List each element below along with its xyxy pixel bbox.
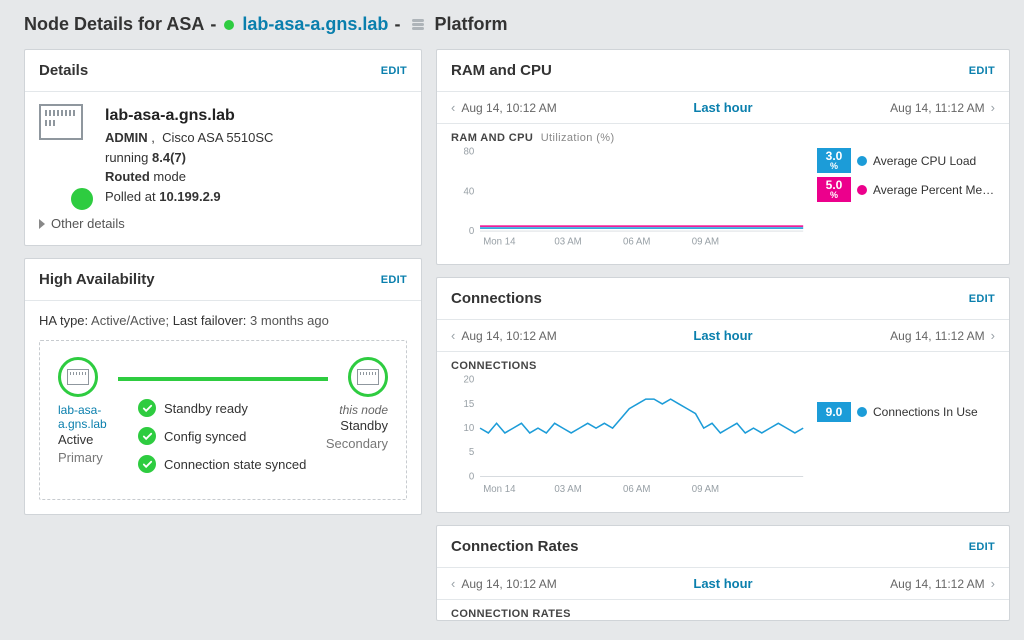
svg-text:09 AM: 09 AM xyxy=(692,484,719,495)
dot-icon xyxy=(857,407,867,417)
time-next-button[interactable]: › xyxy=(991,100,995,115)
conn-title: Connections xyxy=(451,290,542,307)
ha-check-standby: Standby ready xyxy=(138,399,308,417)
ramcpu-chart[interactable]: 0 40 80 Mon 14 03 AM 06 AM 09 AM xyxy=(451,144,809,250)
breadcrumb-node-link[interactable]: lab-asa-a.gns.lab xyxy=(242,14,388,35)
svg-text:0: 0 xyxy=(469,472,474,483)
conn-edit-link[interactable]: EDIT xyxy=(969,293,995,305)
svg-text:20: 20 xyxy=(463,375,474,386)
legend-mem[interactable]: 5.0% Average Percent Me… xyxy=(817,177,995,202)
time-next-button[interactable]: › xyxy=(991,576,995,591)
breadcrumb-prefix: Node Details for ASA xyxy=(24,14,204,35)
conn-chart[interactable]: 0 5 10 15 20 Mon 14 03 AM 06 AM 09 AM xyxy=(451,372,809,498)
connrates-title: Connection Rates xyxy=(451,538,579,555)
connrates-timebar: ‹ Aug 14, 10:12 AM Last hour Aug 14, 11:… xyxy=(437,568,1009,600)
svg-text:15: 15 xyxy=(463,399,474,410)
firmware-version: 8.4(7) xyxy=(152,150,186,165)
ha-check-connstate: Connection state synced xyxy=(138,455,308,473)
svg-text:5: 5 xyxy=(469,448,474,459)
svg-text:40: 40 xyxy=(463,186,474,197)
conn-timebar: ‹ Aug 14, 10:12 AM Last hour Aug 14, 11:… xyxy=(437,320,1009,352)
svg-text:03 AM: 03 AM xyxy=(554,237,581,248)
svg-text:06 AM: 06 AM xyxy=(623,484,650,495)
time-range-select[interactable]: Last hour xyxy=(693,576,752,591)
ha-right-name: this node xyxy=(316,403,388,417)
ramcpu-chart-title: RAM AND CPU Utilization (%) xyxy=(451,132,995,144)
ha-panel: High Availability EDIT HA type: Active/A… xyxy=(24,258,422,515)
time-prev-button[interactable]: ‹ xyxy=(451,100,455,115)
connrates-chart-title: CONNECTION RATES xyxy=(451,608,995,620)
check-icon xyxy=(138,427,156,445)
svg-text:06 AM: 06 AM xyxy=(623,237,650,248)
ha-summary: HA type: Active/Active; Last failover: 3… xyxy=(39,313,407,328)
ha-device-icon xyxy=(348,357,388,397)
ha-left-name[interactable]: lab-asa-a.gns.lab xyxy=(58,403,130,431)
device-status-icon xyxy=(69,186,95,212)
check-icon xyxy=(138,399,156,417)
device-icon xyxy=(39,104,91,206)
time-range-select[interactable]: Last hour xyxy=(693,328,752,343)
svg-text:80: 80 xyxy=(463,147,474,158)
ramcpu-edit-link[interactable]: EDIT xyxy=(969,65,995,77)
time-prev-button[interactable]: ‹ xyxy=(451,576,455,591)
ramcpu-timebar: ‹ Aug 14, 10:12 AM Last hour Aug 14, 11:… xyxy=(437,92,1009,124)
details-panel: Details EDIT lab-asa-a.gns.lab ADMIN xyxy=(24,49,422,246)
other-details-toggle[interactable]: Other details xyxy=(39,216,407,231)
mem-badge: 5.0% xyxy=(817,177,851,202)
admin-label: ADMIN xyxy=(105,130,148,145)
conn-chart-title: CONNECTIONS xyxy=(451,360,995,372)
ha-title: High Availability xyxy=(39,271,155,288)
legend-conn[interactable]: 9.0 Connections In Use xyxy=(817,402,995,422)
details-edit-link[interactable]: EDIT xyxy=(381,65,407,77)
dot-icon xyxy=(857,156,867,166)
time-next-button[interactable]: › xyxy=(991,328,995,343)
legend-cpu[interactable]: 3.0% Average CPU Load xyxy=(817,148,995,173)
device-name: lab-asa-a.gns.lab xyxy=(105,104,273,128)
polled-ip: 10.199.2.9 xyxy=(159,189,220,204)
ramcpu-title: RAM and CPU xyxy=(451,62,552,79)
svg-text:09 AM: 09 AM xyxy=(692,237,719,248)
svg-text:0: 0 xyxy=(469,226,474,237)
status-dot-icon xyxy=(224,20,234,30)
breadcrumb: Node Details for ASA - lab-asa-a.gns.lab… xyxy=(24,14,1010,35)
time-prev-button[interactable]: ‹ xyxy=(451,328,455,343)
time-range-select[interactable]: Last hour xyxy=(693,100,752,115)
cpu-badge: 3.0% xyxy=(817,148,851,173)
dot-icon xyxy=(857,185,867,195)
device-model: Cisco ASA 5510SC xyxy=(162,130,273,145)
ramcpu-panel: RAM and CPU EDIT ‹ Aug 14, 10:12 AM Last… xyxy=(436,49,1010,265)
svg-text:10: 10 xyxy=(463,423,474,434)
connections-panel: Connections EDIT ‹ Aug 14, 10:12 AM Last… xyxy=(436,277,1010,513)
svg-text:Mon 14: Mon 14 xyxy=(483,237,516,248)
ha-device-icon xyxy=(58,357,98,397)
details-title: Details xyxy=(39,62,88,79)
check-icon xyxy=(138,455,156,473)
connrates-edit-link[interactable]: EDIT xyxy=(969,541,995,553)
svg-text:03 AM: 03 AM xyxy=(554,484,581,495)
breadcrumb-tail: Platform xyxy=(434,14,507,35)
ha-check-config: Config synced xyxy=(138,427,308,445)
ha-edit-link[interactable]: EDIT xyxy=(381,274,407,286)
ha-link-line xyxy=(118,377,328,381)
ha-node-right: this node Standby Secondary xyxy=(316,357,388,453)
conn-badge: 9.0 xyxy=(817,402,851,422)
chevron-right-icon xyxy=(39,219,45,229)
stack-icon xyxy=(410,19,426,31)
connrates-panel: Connection Rates EDIT ‹ Aug 14, 10:12 AM… xyxy=(436,525,1010,621)
ha-node-left: lab-asa-a.gns.lab Active Primary xyxy=(58,357,130,467)
svg-text:Mon 14: Mon 14 xyxy=(483,484,516,495)
